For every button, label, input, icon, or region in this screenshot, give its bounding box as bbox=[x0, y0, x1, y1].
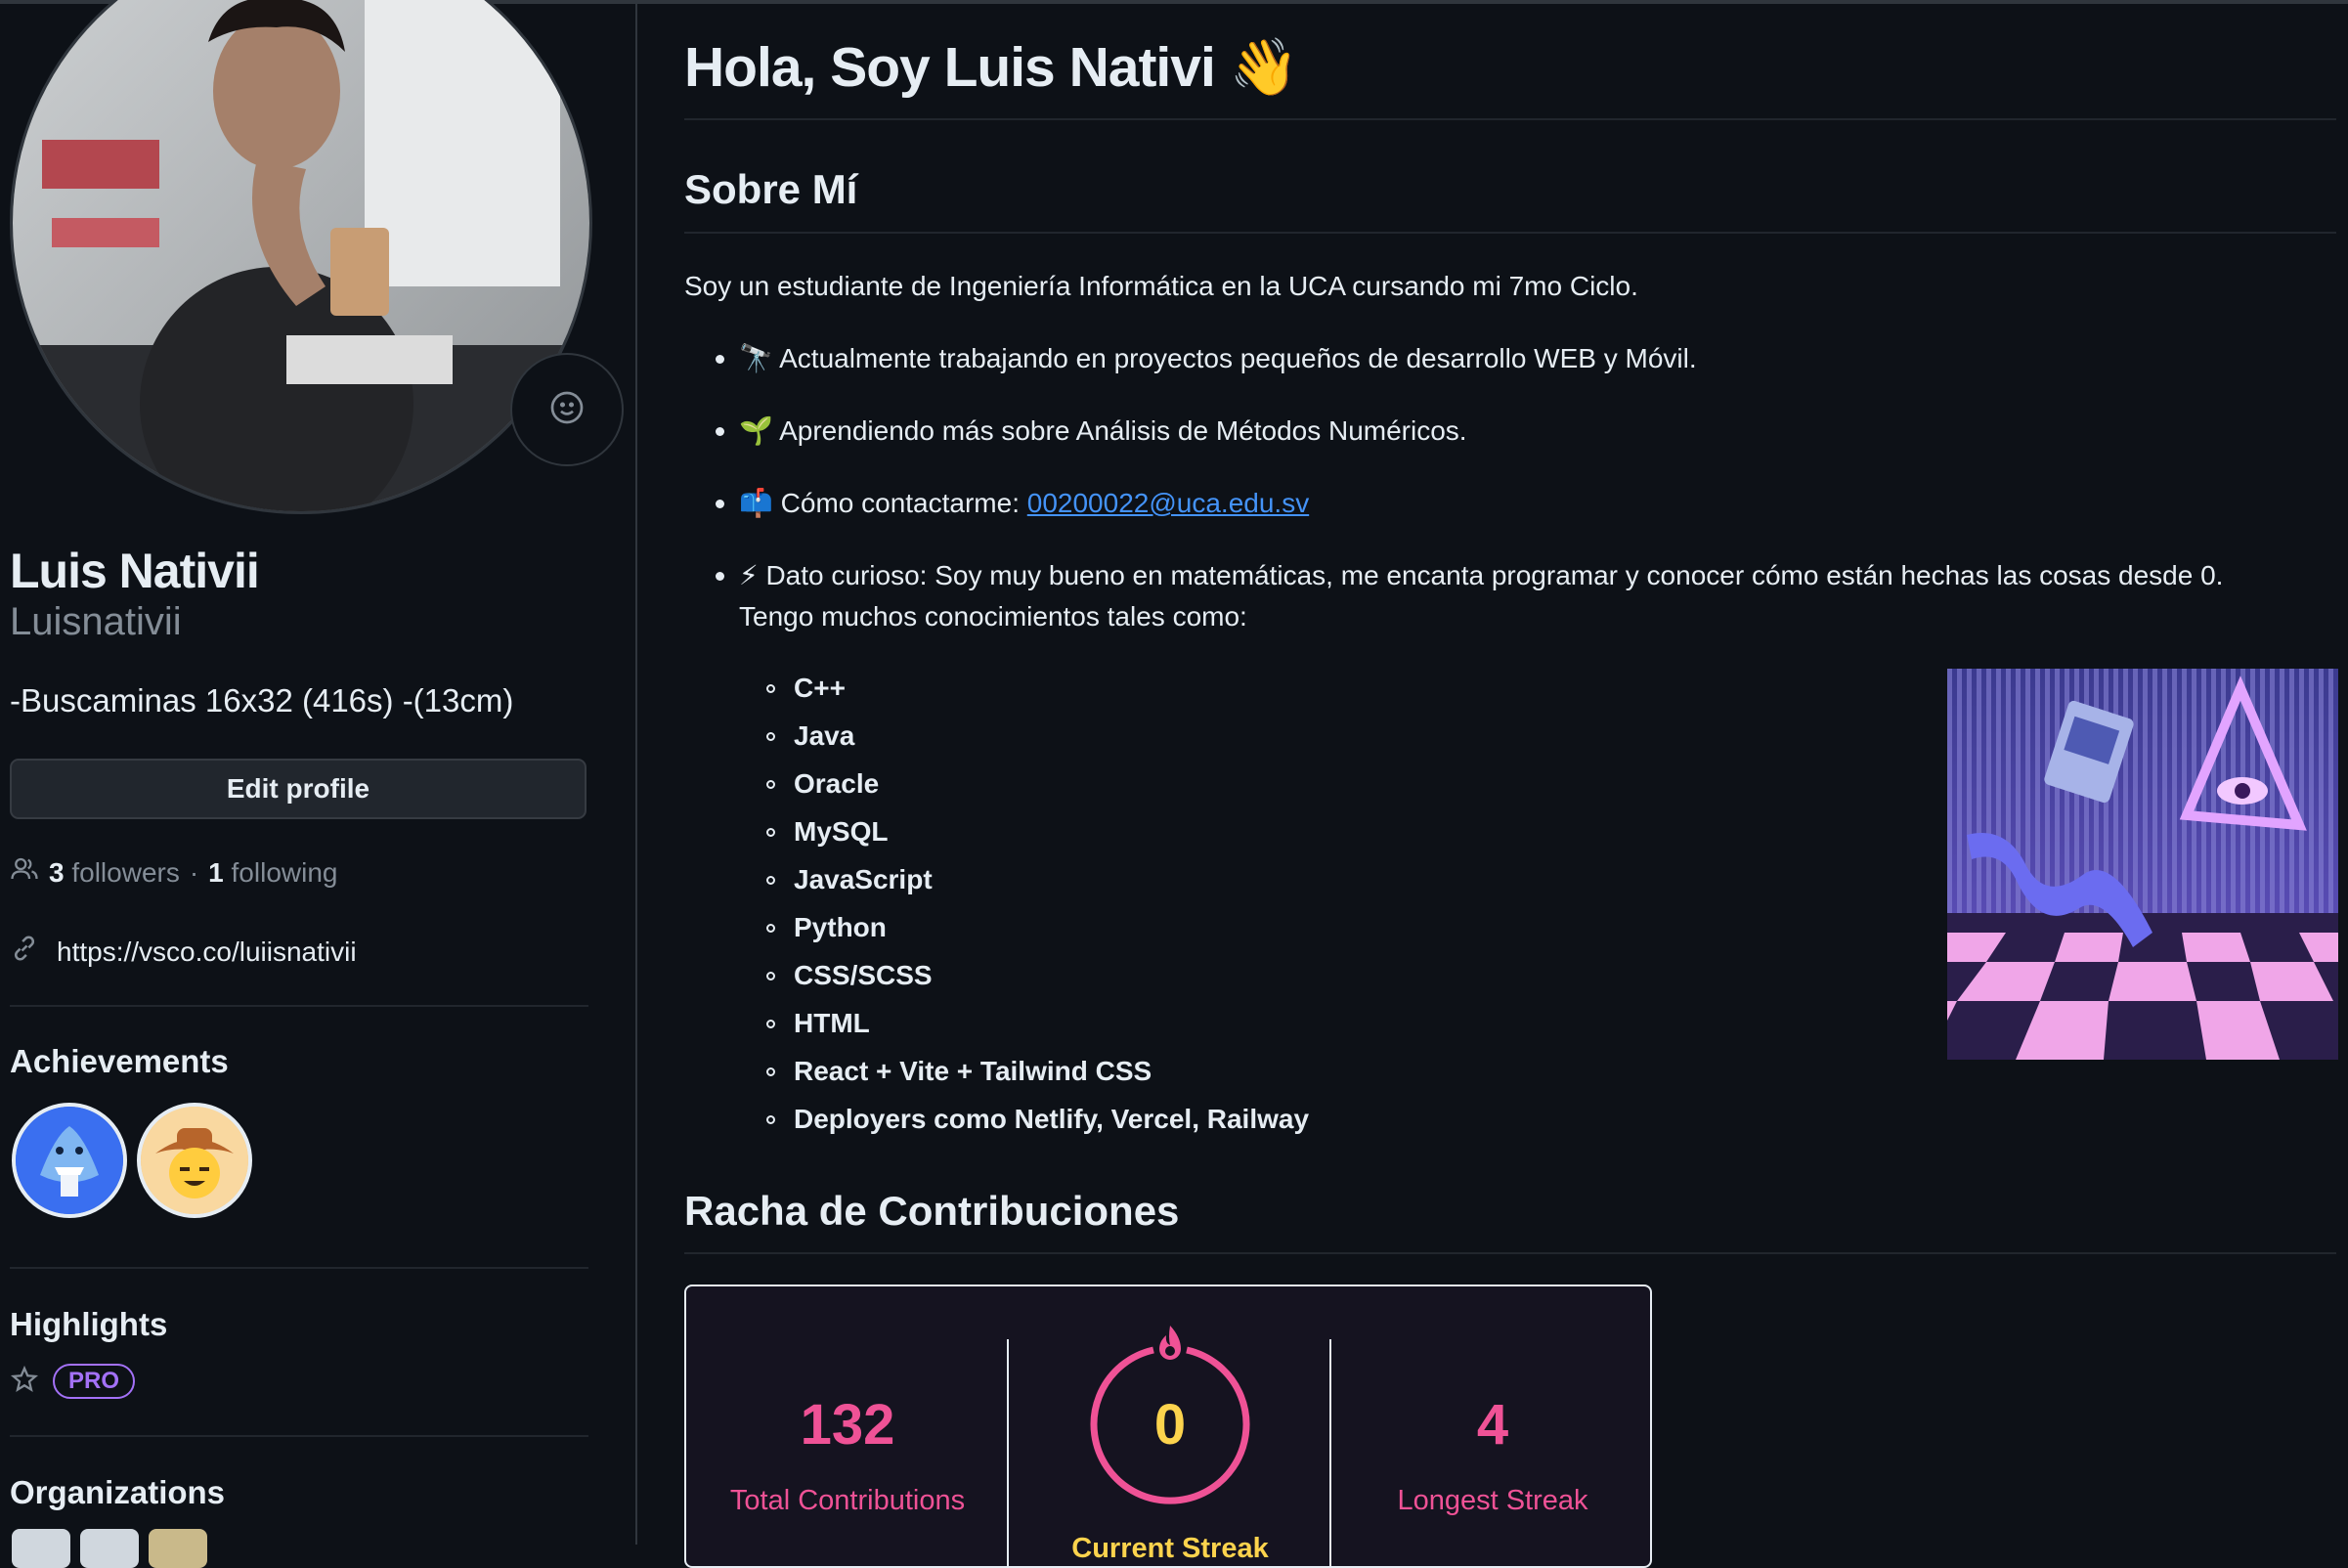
edit-profile-button[interactable]: Edit profile bbox=[10, 759, 587, 819]
seedling-icon: 🌱 bbox=[739, 415, 773, 446]
pro-badge: PRO bbox=[53, 1364, 136, 1399]
organization-avatar[interactable] bbox=[149, 1529, 207, 1568]
people-icon bbox=[10, 854, 39, 891]
profile-readme: Hola, Soy Luis Nativi 👋 Sobre Mí Soy un … bbox=[684, 0, 2338, 1568]
separator-dot: · bbox=[189, 856, 199, 888]
streak-stats-card: 132 Total Contributions 0 Current Streak… bbox=[684, 1285, 1652, 1568]
follow-stats: 3 followers · 1 following bbox=[10, 854, 337, 891]
divider bbox=[684, 232, 2336, 234]
organization-avatar[interactable] bbox=[12, 1529, 70, 1568]
followers-label: followers bbox=[71, 856, 180, 888]
followers-count: 3 bbox=[49, 856, 65, 888]
intro-text: Soy un estudiante de Ingeniería Informát… bbox=[684, 271, 1638, 301]
website-row: https://vsco.co/luiisnativii bbox=[10, 934, 357, 970]
total-contributions-value: 132 bbox=[800, 1393, 895, 1457]
vaporwave-animation-image bbox=[1947, 669, 2338, 1060]
following-link[interactable]: 1 following bbox=[208, 857, 337, 889]
longest-streak-value: 4 bbox=[1476, 1393, 1509, 1457]
profile-name: Luis Nativii bbox=[10, 544, 260, 598]
pro-highlight: PRO bbox=[10, 1364, 136, 1399]
smiley-icon bbox=[549, 390, 585, 430]
lightning-icon: ⚡ bbox=[739, 560, 759, 590]
divider bbox=[10, 1267, 588, 1269]
about-heading: Sobre Mí bbox=[684, 166, 858, 212]
profile-sidebar: Luis Nativii Luisnativii -Buscaminas 16x… bbox=[0, 0, 637, 1568]
current-streak-value: 0 bbox=[1153, 1393, 1187, 1457]
divider bbox=[684, 1252, 2336, 1254]
achievements-heading[interactable]: Achievements bbox=[10, 1043, 229, 1080]
streak-heading: Racha de Contribuciones bbox=[684, 1188, 1180, 1234]
email-link[interactable]: 00200022@uca.edu.sv bbox=[1027, 488, 1309, 518]
star-icon bbox=[10, 1365, 39, 1399]
telescope-icon: 🔭 bbox=[739, 343, 773, 373]
set-status-button[interactable] bbox=[510, 353, 624, 466]
divider bbox=[684, 118, 2336, 120]
current-streak-label: Current Streak bbox=[1071, 1533, 1269, 1564]
avatar[interactable] bbox=[10, 0, 592, 514]
readme-title: Hola, Soy Luis Nativi 👋 bbox=[684, 36, 1299, 99]
profile-bio: -Buscaminas 16x32 (416s) -(13cm) bbox=[10, 682, 514, 719]
highlights-heading: Highlights bbox=[10, 1306, 168, 1342]
organization-avatar[interactable] bbox=[80, 1529, 139, 1568]
website-link[interactable]: https://vsco.co/luiisnativii bbox=[57, 936, 357, 968]
divider bbox=[10, 1435, 588, 1437]
total-contributions-label: Total Contributions bbox=[729, 1485, 966, 1516]
divider bbox=[10, 1005, 588, 1007]
mailbox-icon: 📫 bbox=[739, 488, 773, 518]
following-label: following bbox=[231, 856, 338, 888]
flame-icon bbox=[1152, 1324, 1189, 1365]
profile-login: Luisnativii bbox=[10, 600, 182, 643]
link-icon bbox=[10, 934, 39, 970]
followers-link[interactable]: 3 followers bbox=[49, 857, 180, 889]
organizations-heading: Organizations bbox=[10, 1474, 226, 1510]
following-count: 1 bbox=[208, 856, 224, 888]
longest-streak-label: Longest Streak bbox=[1397, 1485, 1588, 1516]
achievement-badge-pull-shark[interactable] bbox=[12, 1103, 127, 1218]
achievement-badge-yolo[interactable] bbox=[137, 1103, 252, 1218]
